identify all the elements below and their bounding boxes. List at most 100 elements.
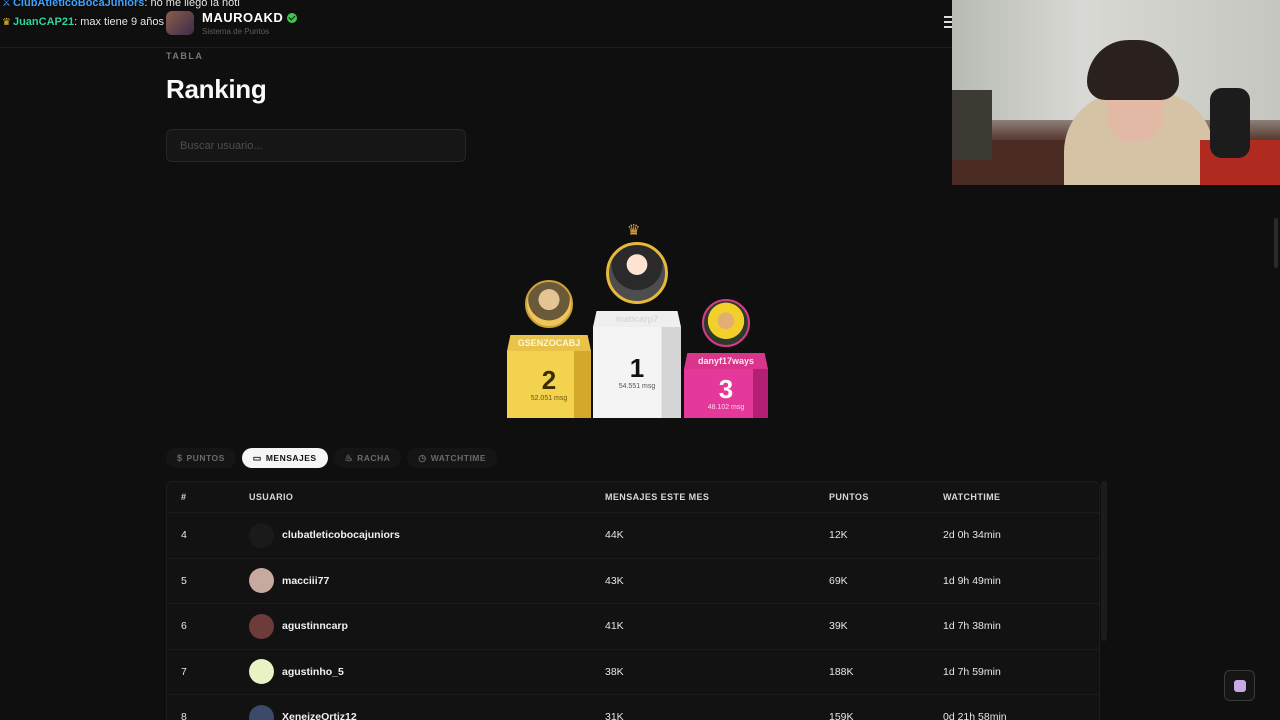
- row-rank: 5: [181, 574, 187, 587]
- row-watchtime: 1d 7h 38min: [943, 620, 1001, 633]
- row-messages: 44K: [605, 529, 624, 542]
- row-points: 159K: [829, 711, 854, 720]
- verified-icon: [287, 12, 298, 23]
- row-watchtime: 2d 0h 34min: [943, 529, 1001, 542]
- table-row[interactable]: 4 clubatleticobocajuniors 44K 12K 2d 0h 34mi…: [167, 513, 1099, 559]
- tab-watchtime[interactable]: ◷ WATCHTIME: [407, 448, 498, 468]
- table-row[interactable]: 8 XeneizeOrtiz12 31K 159K 0d 21h 58min: [167, 695, 1099, 720]
- podium-third-block: 3 48.102 msg: [684, 369, 768, 418]
- avatar: [249, 659, 274, 685]
- row-points: 69K: [829, 574, 848, 587]
- clock-icon: ◷: [418, 452, 427, 463]
- row-rank: 7: [181, 665, 187, 678]
- tab-mensajes[interactable]: ▭ MENSAJES: [241, 448, 328, 468]
- row-username: agustinho_5: [282, 665, 344, 678]
- avatar: [249, 522, 274, 548]
- webcam-feed: [952, 0, 1280, 185]
- page-title: Ranking: [166, 74, 267, 104]
- tab-racha[interactable]: ♨ RACHA: [333, 448, 402, 468]
- sword-icon: ⚔: [2, 0, 11, 9]
- row-user[interactable]: XeneizeOrtiz12: [249, 695, 357, 720]
- flame-icon: ♨: [344, 452, 354, 463]
- table-row[interactable]: 5 macciii77 43K 69K 1d 9h 49min: [167, 559, 1099, 604]
- row-messages: 38K: [605, 665, 624, 678]
- row-points: 39K: [829, 620, 848, 633]
- avatar: [249, 704, 274, 720]
- podium-second-rank: 2: [541, 365, 557, 395]
- avatar-first-place[interactable]: [606, 242, 668, 304]
- crown-icon: ♛: [627, 222, 641, 239]
- podium-first-block: 1 54.551 msg: [593, 327, 681, 418]
- section-eyebrow: TABLA: [166, 51, 204, 61]
- header-watchtime[interactable]: WATCHTIME: [943, 482, 1000, 512]
- header-user[interactable]: USUARIO: [249, 482, 293, 512]
- chat-message: ♛ JuanCAP21: max tiene 9 años: [2, 13, 240, 32]
- widget-icon: [1233, 679, 1246, 692]
- podium-first-messages: 54.551 msg: [618, 383, 656, 390]
- ranking-tabs: $ PUNTOS ▭ MENSAJES ♨ RACHA ◷ WATCHTIME: [166, 448, 498, 468]
- chat-overlay: ⚔ ClubAtleticoBocaJuniors: no me llego la…: [2, 0, 240, 32]
- page-scrollbar[interactable]: [1274, 218, 1278, 268]
- tab-label: MENSAJES: [265, 453, 317, 463]
- row-username: clubatleticobocajuniors: [282, 529, 400, 542]
- crown-icon: ♛: [2, 17, 11, 28]
- row-messages: 43K: [605, 574, 624, 587]
- podium-first-rank: 1: [629, 353, 645, 383]
- table-row[interactable]: 6 agustinncarp 41K 39K 1d 7h 38min: [167, 604, 1099, 650]
- row-user[interactable]: macciii77: [249, 559, 329, 604]
- webcam-chair: [952, 90, 992, 160]
- table-header: # USUARIO MENSAJES ESTE MES PUNTOS WATCH…: [167, 482, 1099, 513]
- row-user[interactable]: agustinho_5: [249, 650, 344, 695]
- row-rank: 6: [181, 620, 187, 633]
- podium-second-block: 2 52.051 msg: [507, 351, 591, 418]
- ranking-table: # USUARIO MENSAJES ESTE MES PUNTOS WATCH…: [166, 481, 1100, 720]
- row-points: 188K: [829, 665, 854, 678]
- podium-first: maticarp7 1 54.551 msg: [593, 311, 681, 418]
- row-points: 12K: [829, 529, 848, 542]
- avatar-second-place[interactable]: [525, 280, 573, 328]
- header-messages[interactable]: MENSAJES ESTE MES: [605, 482, 709, 512]
- podium-first-name: maticarp7: [593, 311, 681, 327]
- table-row[interactable]: 7 agustinho_5 38K 188K 1d 7h 59min: [167, 650, 1099, 695]
- chat-bubble-icon: ▭: [252, 452, 262, 463]
- row-rank: 8: [181, 711, 187, 720]
- ranking-page: MAUROAKD Sistema de Puntos ⚔ ClubAtletico…: [0, 0, 1280, 720]
- row-watchtime: 1d 9h 49min: [943, 574, 1001, 587]
- podium-second-messages: 52.051 msg: [530, 395, 568, 402]
- row-username: XeneizeOrtiz12: [282, 711, 357, 720]
- menu-icon[interactable]: [944, 16, 952, 30]
- floating-widget-button[interactable]: [1224, 670, 1255, 701]
- row-messages: 41K: [605, 620, 624, 633]
- tab-puntos[interactable]: $ PUNTOS: [166, 448, 236, 468]
- row-username: macciii77: [282, 574, 330, 587]
- row-messages: 31K: [605, 711, 624, 720]
- search-input[interactable]: [166, 129, 466, 162]
- podium-second-name: GSENZOCABJ: [507, 335, 591, 351]
- podium-second: GSENZOCABJ 2 52.051 msg: [507, 335, 591, 418]
- podium-third-rank: 3: [718, 374, 734, 404]
- table-body: 4 clubatleticobocajuniors 44K 12K 2d 0h 34mi…: [167, 513, 1099, 720]
- tab-label: PUNTOS: [186, 453, 225, 463]
- header-rank[interactable]: #: [181, 482, 186, 512]
- row-user[interactable]: agustinncarp: [249, 604, 348, 649]
- header-points[interactable]: PUNTOS: [829, 482, 869, 512]
- podium-third-messages: 48.102 msg: [707, 404, 745, 411]
- podium-third-name: danyf17ways: [684, 353, 768, 369]
- avatar: [249, 568, 274, 594]
- dollar-icon: $: [177, 453, 183, 463]
- tab-label: WATCHTIME: [430, 453, 487, 463]
- row-rank: 4: [181, 529, 187, 542]
- table-scrollbar[interactable]: [1101, 481, 1107, 641]
- webcam-microphone: [1210, 88, 1250, 158]
- tab-label: RACHA: [357, 453, 391, 463]
- chat-username: JuanCAP21: [12, 16, 75, 28]
- podium-third: danyf17ways 3 48.102 msg: [684, 353, 768, 418]
- avatar-third-place[interactable]: [702, 299, 750, 347]
- chat-message: ⚔ ClubAtleticoBocaJuniors: no me llego la…: [2, 0, 240, 13]
- row-watchtime: 0d 21h 58min: [943, 711, 1007, 720]
- row-watchtime: 1d 7h 59min: [943, 665, 1001, 678]
- row-user[interactable]: clubatleticobocajuniors: [249, 513, 400, 558]
- chat-text: : no me llego la noti: [144, 0, 240, 9]
- row-username: agustinncarp: [282, 620, 348, 633]
- chat-text: : max tiene 9 años: [74, 16, 164, 28]
